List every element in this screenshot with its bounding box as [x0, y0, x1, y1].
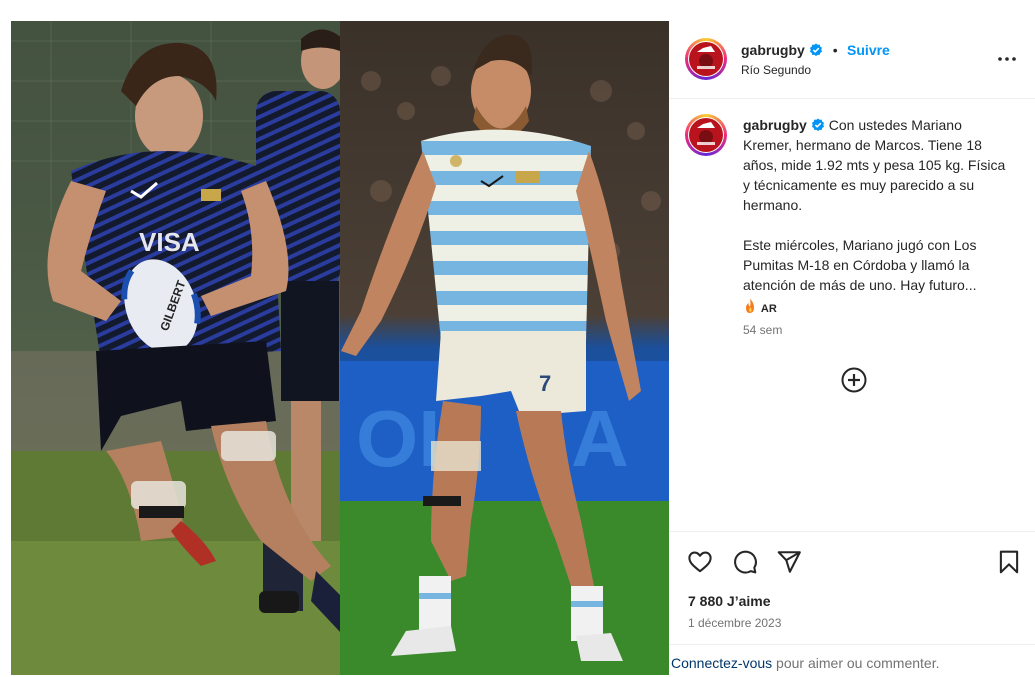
- fire-icon: [746, 298, 754, 313]
- login-link[interactable]: Connectez-vous: [671, 655, 772, 671]
- more-options-icon[interactable]: [995, 47, 1019, 71]
- likes-count[interactable]: 7 880 J’aime: [688, 593, 771, 609]
- heart-icon[interactable]: [687, 549, 713, 575]
- post-author-username[interactable]: gabrugby: [741, 42, 805, 58]
- post-image[interactable]: VISA GILBERT OI A 7: [11, 21, 669, 675]
- share-icon[interactable]: [776, 549, 802, 575]
- shorts-number-text: 7: [539, 371, 551, 396]
- avatar-logo-icon: [697, 122, 715, 145]
- login-prompt: Connectez-vous pour aimer ou commenter.: [669, 644, 1035, 677]
- caption-paragraph-2: Este miércoles, Mariano jugó con Los Pum…: [743, 237, 977, 293]
- comment-icon[interactable]: [732, 549, 758, 575]
- login-prompt-text: pour aimer ou commenter.: [772, 655, 940, 671]
- caption-avatar[interactable]: [685, 114, 727, 156]
- verified-badge-icon: [811, 118, 824, 132]
- caption-text: gabrugby Con ustedes Mariano Kremer, her…: [743, 115, 1013, 319]
- jersey-sponsor-text: VISA: [139, 227, 200, 257]
- post-actions: 7 880 J’aime 1 décembre 2023 Connectez-v…: [669, 531, 1035, 676]
- avatar[interactable]: [685, 38, 727, 80]
- caption-time-ago[interactable]: 54 sem: [743, 323, 782, 337]
- post-photo-collage: VISA GILBERT OI A 7: [11, 21, 669, 675]
- post-location[interactable]: Río Segundo: [741, 63, 811, 77]
- verified-badge-icon: [810, 43, 823, 57]
- svg-text:OI: OI: [356, 394, 440, 483]
- follow-button[interactable]: Suivre: [847, 42, 890, 58]
- header-separator: •: [832, 42, 838, 58]
- post-side-panel: gabrugby • Suivre Río Segundo gabrugby C…: [669, 21, 1035, 675]
- avatar-logo-icon: [697, 46, 715, 69]
- post-date: 1 décembre 2023: [688, 616, 782, 630]
- bookmark-icon[interactable]: [996, 549, 1022, 575]
- caption-username[interactable]: gabrugby: [743, 117, 807, 133]
- country-tag: AR: [760, 303, 777, 315]
- add-circle-icon[interactable]: [839, 365, 869, 395]
- post-header: gabrugby • Suivre Río Segundo: [669, 21, 1035, 99]
